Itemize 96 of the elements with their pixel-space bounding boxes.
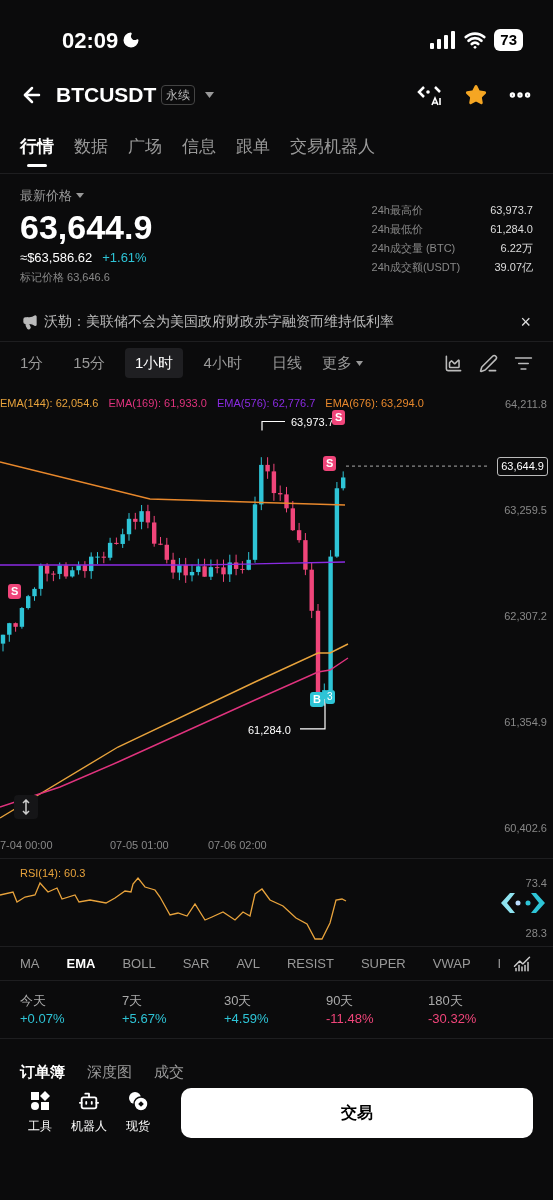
price-change: +1.61%	[102, 248, 147, 267]
nav-tab[interactable]: 交易机器人	[290, 134, 375, 173]
ema-legend: EMA(676): 63,294.0	[325, 395, 424, 412]
caret-icon[interactable]	[205, 92, 215, 98]
high-price-label: 63,973.7	[291, 414, 334, 430]
indicator-tab[interactable]: I	[497, 953, 502, 974]
buy-marker: B	[310, 692, 324, 707]
period-change: -11.48%	[326, 1009, 375, 1028]
period-label: 今天	[20, 991, 47, 1010]
price-axis-label: 61,354.9	[504, 715, 547, 730]
trade-button[interactable]: 交易	[181, 1087, 533, 1138]
caret-icon[interactable]	[355, 360, 363, 366]
stat-label: 24h最高价	[371, 203, 424, 218]
nav-tab[interactable]: 行情	[20, 134, 54, 173]
price-axis-label: 64,211.8	[505, 397, 547, 412]
more-dropdown[interactable]: 更多	[321, 351, 363, 375]
usd-price: ≈$63,586.62	[20, 248, 93, 267]
megaphone-icon	[22, 313, 38, 330]
period-change: -30.32%	[428, 1009, 478, 1028]
timeframe-tab[interactable]: 1小时	[125, 347, 184, 379]
period-label: 180天	[428, 991, 464, 1010]
shapes-icon	[29, 1090, 51, 1112]
period-label: 30天	[224, 991, 253, 1010]
clock-time: 02:09	[62, 26, 119, 55]
book-tab[interactable]: 订单簿	[20, 1061, 65, 1084]
robot-icon	[78, 1090, 100, 1112]
sell-marker: S	[332, 410, 346, 425]
timeframe-tab[interactable]: 1分	[10, 347, 54, 379]
indicator-tab[interactable]: EMA	[66, 953, 96, 974]
timeframe-tab[interactable]: 4小时	[193, 347, 252, 379]
indicator-settings-icon[interactable]	[513, 954, 531, 973]
indicator-tab[interactable]: AVL	[236, 953, 260, 974]
moon-icon	[122, 31, 141, 49]
stat-value: 6.22万	[499, 241, 533, 256]
indicator-tab[interactable]: RESIST	[287, 953, 334, 974]
stat-label: 24h最低价	[371, 222, 424, 237]
low-price-label: 61,284.0	[248, 722, 291, 738]
indicator-tab[interactable]: SAR	[182, 953, 210, 974]
timeframe-tab[interactable]: 日线	[261, 347, 312, 379]
current-price-label: 63,644.9	[497, 457, 548, 476]
ai-assistant-icon[interactable]	[500, 891, 546, 915]
rsi-axis-label: 28.3	[525, 926, 547, 941]
indicator-tab[interactable]: VWAP	[432, 953, 471, 974]
indicator-tab[interactable]: SUPER	[360, 953, 406, 974]
price-axis-label: 63,259.5	[504, 503, 547, 518]
stat-value: 39.07亿	[493, 260, 533, 275]
book-tab[interactable]: 深度图	[87, 1061, 132, 1084]
price-axis-label: 60,402.6	[504, 821, 547, 836]
indicator-tab[interactable]: BOLL	[122, 953, 156, 974]
nav-tab[interactable]: 跟单	[236, 134, 270, 173]
rsi-axis-label: 73.4	[525, 876, 547, 891]
price-axis-label: 62,307.2	[504, 609, 547, 624]
time-axis-label: 07-05 01:00	[110, 838, 169, 853]
nav-tab[interactable]: 数据	[74, 134, 108, 173]
favorite-star-icon[interactable]	[465, 84, 487, 106]
pencil-icon[interactable]	[479, 353, 498, 373]
battery-indicator: 73	[494, 29, 523, 51]
book-tab[interactable]: 成交	[154, 1061, 184, 1084]
sell-marker: S	[8, 584, 22, 599]
last-price: 63,644.9	[20, 206, 153, 248]
count-badge: 3	[324, 690, 335, 704]
stat-label: 24h成交量 (BTC)	[371, 241, 457, 256]
nav-tab[interactable]: 信息	[182, 134, 216, 173]
period-change: +4.59%	[224, 1009, 270, 1028]
leader-line	[261, 420, 286, 432]
stat-value: 63,973.7	[490, 203, 533, 218]
chart-icon[interactable]	[444, 353, 463, 373]
time-axis-label: 07-06 02:00	[208, 838, 267, 853]
ai-icon[interactable]	[417, 84, 443, 106]
close-button[interactable]: ×	[520, 312, 531, 331]
symbol-title[interactable]: BTCUSDT	[56, 79, 157, 111]
nav-tab[interactable]: 广场	[128, 134, 162, 173]
stat-label: 24h成交额(USDT)	[371, 260, 461, 275]
ema-legend: EMA(576): 62,776.7	[216, 395, 316, 412]
period-change: +5.67%	[122, 1009, 168, 1028]
rsi-label: RSI(14): 60.3	[20, 866, 86, 881]
signal-icon	[430, 31, 457, 49]
period-label: 90天	[326, 991, 355, 1010]
contract-badge: 永续	[161, 85, 196, 105]
caret-icon[interactable]	[76, 193, 84, 199]
period-change: +0.07%	[20, 1009, 66, 1028]
price-label[interactable]: 最新价格	[20, 186, 72, 206]
up-down-arrows-icon[interactable]	[21, 799, 31, 815]
indicator-tab[interactable]: MA	[20, 953, 40, 974]
mark-price: 标记价格 63,646.6	[20, 270, 111, 285]
period-label: 7天	[122, 991, 144, 1010]
sell-marker: S	[323, 456, 337, 471]
news-headline[interactable]: 沃勒：美联储不会为美国政府财政赤字融资而维持低利率	[44, 311, 515, 332]
timeframe-tab[interactable]: 15分	[63, 347, 116, 379]
coins-icon	[127, 1090, 149, 1112]
wifi-icon	[464, 29, 487, 51]
time-axis-label: 7-04 00:00	[0, 838, 53, 853]
stat-value: 61,284.0	[490, 222, 533, 237]
ema-legend: EMA(169): 61,933.0	[108, 395, 207, 412]
ema-legend: EMA(144): 62,054.6	[0, 395, 99, 412]
resize-handle-button[interactable]	[14, 795, 38, 819]
